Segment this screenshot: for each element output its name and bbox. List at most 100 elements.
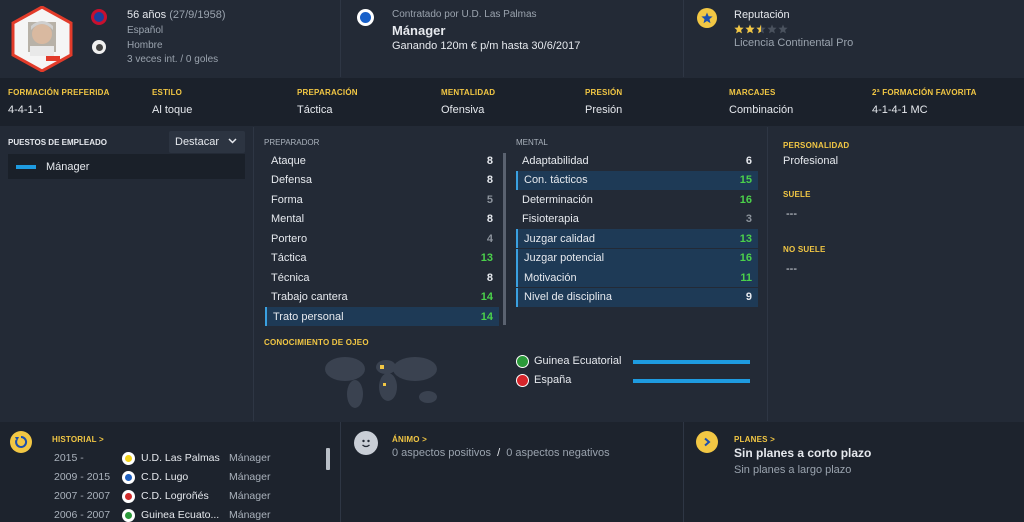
mood-title[interactable]: ÁNIMO > — [392, 435, 427, 444]
world-map[interactable] — [320, 349, 450, 419]
long-term-plans: Sin planes a largo plazo — [734, 464, 852, 476]
job-label: Mánager — [46, 160, 90, 173]
job-color-marker — [16, 164, 36, 169]
tactical-attributes-bar: FORMACIÓN PREFERIDA 4-4-1-1 ESTILO Al to… — [0, 78, 1024, 126]
age-line: 56 años (27/9/1958) — [127, 9, 225, 21]
preparador-row[interactable]: Técnica 8 — [265, 268, 499, 287]
mental-row[interactable]: Adaptabilidad 6 — [516, 151, 758, 170]
scouting-country[interactable]: España — [534, 374, 571, 386]
personality-value: Profesional — [783, 155, 839, 167]
mental-value: 16 — [739, 252, 752, 264]
plans-title[interactable]: PLANES > — [734, 435, 775, 444]
mental-label: Motivación — [524, 271, 577, 284]
tends-label: SUELE — [783, 190, 811, 199]
gender: Hombre — [127, 40, 163, 51]
history-club[interactable]: C.D. Logroñés — [141, 490, 229, 502]
attr-marking: MARCAJES Combinación — [729, 88, 794, 116]
scouting-knowledge-bar — [633, 379, 750, 383]
wage-info: Ganando 120m € p/m hasta 30/6/2017 — [392, 40, 581, 52]
preparador-value: 5 — [486, 193, 493, 206]
mental-label: Juzgar calidad — [524, 232, 595, 245]
mental-value: 9 — [745, 291, 752, 303]
mental-row[interactable]: Motivación 11 — [516, 268, 758, 287]
reputation-stars — [734, 24, 790, 37]
mental-row[interactable]: Juzgar potencial 16 — [516, 248, 758, 268]
highlight-dropdown[interactable]: Destacar — [169, 131, 245, 153]
preparador-value: 14 — [480, 291, 493, 303]
preparador-label: Portero — [271, 232, 308, 245]
preparador-label: Mental — [271, 213, 305, 225]
preparador-value: 8 — [486, 154, 493, 167]
history-years: 2015 - — [54, 452, 84, 464]
preparador-row[interactable]: Trato personal 14 — [265, 307, 499, 326]
history-years: 2009 - 2015 — [54, 471, 111, 483]
history-club[interactable]: C.D. Lugo — [141, 471, 229, 483]
preparador-label: Táctica — [271, 252, 307, 264]
mood-positive: 0 aspectos positivos — [392, 447, 492, 459]
date-of-birth: (27/9/1958) — [169, 9, 226, 21]
preparador-label: Técnica — [271, 271, 310, 284]
preparador-value: 8 — [486, 174, 493, 186]
mental-row[interactable]: Determinación 16 — [516, 190, 758, 209]
club-crest-icon — [122, 508, 135, 522]
history-club[interactable]: U.D. Las Palmas — [141, 452, 229, 464]
club-crest-icon[interactable] — [357, 9, 374, 26]
preparador-row[interactable]: Forma 5 — [265, 190, 499, 209]
mental-value: 3 — [745, 213, 752, 225]
nationality: Español — [127, 25, 164, 36]
preparador-row[interactable]: Táctica 13 — [265, 249, 499, 268]
mental-row[interactable]: Juzgar calidad 13 — [516, 229, 758, 248]
preparador-row[interactable]: Portero 4 — [265, 229, 499, 248]
preparador-value: 14 — [480, 310, 493, 323]
attr-pressing: PRESIÓN Presión — [585, 88, 623, 116]
not-tends-label: NO SUELE — [783, 245, 826, 254]
history-role: Mánager — [229, 471, 271, 483]
preparador-value: 8 — [486, 271, 493, 284]
preparador-label: Forma — [271, 193, 303, 206]
flag-icon — [516, 374, 529, 387]
history-row[interactable]: 2015 - U.D. Las Palmas Mánager — [54, 449, 270, 467]
attr-formation: FORMACIÓN PREFERIDA 4-4-1-1 — [8, 88, 110, 116]
preparador-row[interactable]: Ataque 8 — [265, 151, 499, 170]
flag-icon — [516, 355, 529, 368]
international-caps: 3 veces int. / 0 goles — [127, 54, 219, 65]
history-row[interactable]: 2009 - 2015 C.D. Lugo Mánager — [54, 468, 270, 486]
bottom-bar: HISTORIAL > ÁNIMO > 0 aspectos positivos… — [0, 422, 1024, 522]
history-years: 2006 - 2007 — [54, 509, 111, 521]
mental-value: 6 — [745, 154, 752, 167]
main-panel: PUESTOS DE EMPLEADO Destacar Mánager PRE… — [0, 127, 1024, 421]
tends-value: --- — [786, 208, 797, 220]
mental-row[interactable]: Fisioterapia 3 — [516, 210, 758, 229]
scouting-knowledge-bar — [633, 360, 750, 364]
history-title[interactable]: HISTORIAL > — [52, 435, 104, 444]
jobs-title: PUESTOS DE EMPLEADO — [8, 138, 107, 147]
attr-style: ESTILO Al toque — [152, 88, 193, 116]
history-row[interactable]: 2007 - 2007 C.D. Logroñés Mánager — [54, 487, 270, 505]
attr-second-formation: 2ª FORMACIÓN FAVORITA 4-1-4-1 MC — [872, 88, 977, 116]
preparador-row[interactable]: Defensa 8 — [265, 171, 499, 190]
mental-label: Juzgar potencial — [524, 252, 605, 264]
preparador-row[interactable]: Mental 8 — [265, 210, 499, 229]
history-club[interactable]: Guinea Ecuato... — [141, 509, 229, 521]
history-scrollbar[interactable] — [326, 448, 330, 470]
mental-row[interactable]: Nivel de disciplina 9 — [516, 287, 758, 307]
short-term-plans: Sin planes a corto plazo — [734, 446, 872, 460]
not-tends-value: --- — [786, 263, 797, 275]
history-row[interactable]: 2006 - 2007 Guinea Ecuato... Mánager — [54, 506, 270, 522]
mental-row[interactable]: Con. tácticos 15 — [516, 170, 758, 190]
preparador-scrollbar[interactable] — [503, 153, 506, 325]
mental-label: Con. tácticos — [524, 174, 588, 186]
history-icon[interactable] — [10, 431, 32, 453]
mental-label: Nivel de disciplina — [524, 291, 613, 303]
scouting-country[interactable]: Guinea Ecuatorial — [534, 355, 621, 367]
reputation-label: Reputación — [734, 9, 790, 21]
chevron-right-icon[interactable] — [696, 431, 718, 453]
job-item-manager[interactable]: Mánager — [8, 154, 245, 179]
mental-label: Adaptabilidad — [522, 154, 589, 167]
mental-value: 16 — [739, 193, 752, 206]
mood-summary: 0 aspectos positivos / 0 aspectos negati… — [392, 447, 610, 459]
contract-label[interactable]: Contratado por U.D. Las Palmas — [392, 9, 537, 20]
dropdown-value: Destacar — [175, 136, 220, 148]
preparador-title: PREPARADOR — [264, 138, 320, 147]
preparador-row[interactable]: Trabajo cantera 14 — [265, 288, 499, 307]
